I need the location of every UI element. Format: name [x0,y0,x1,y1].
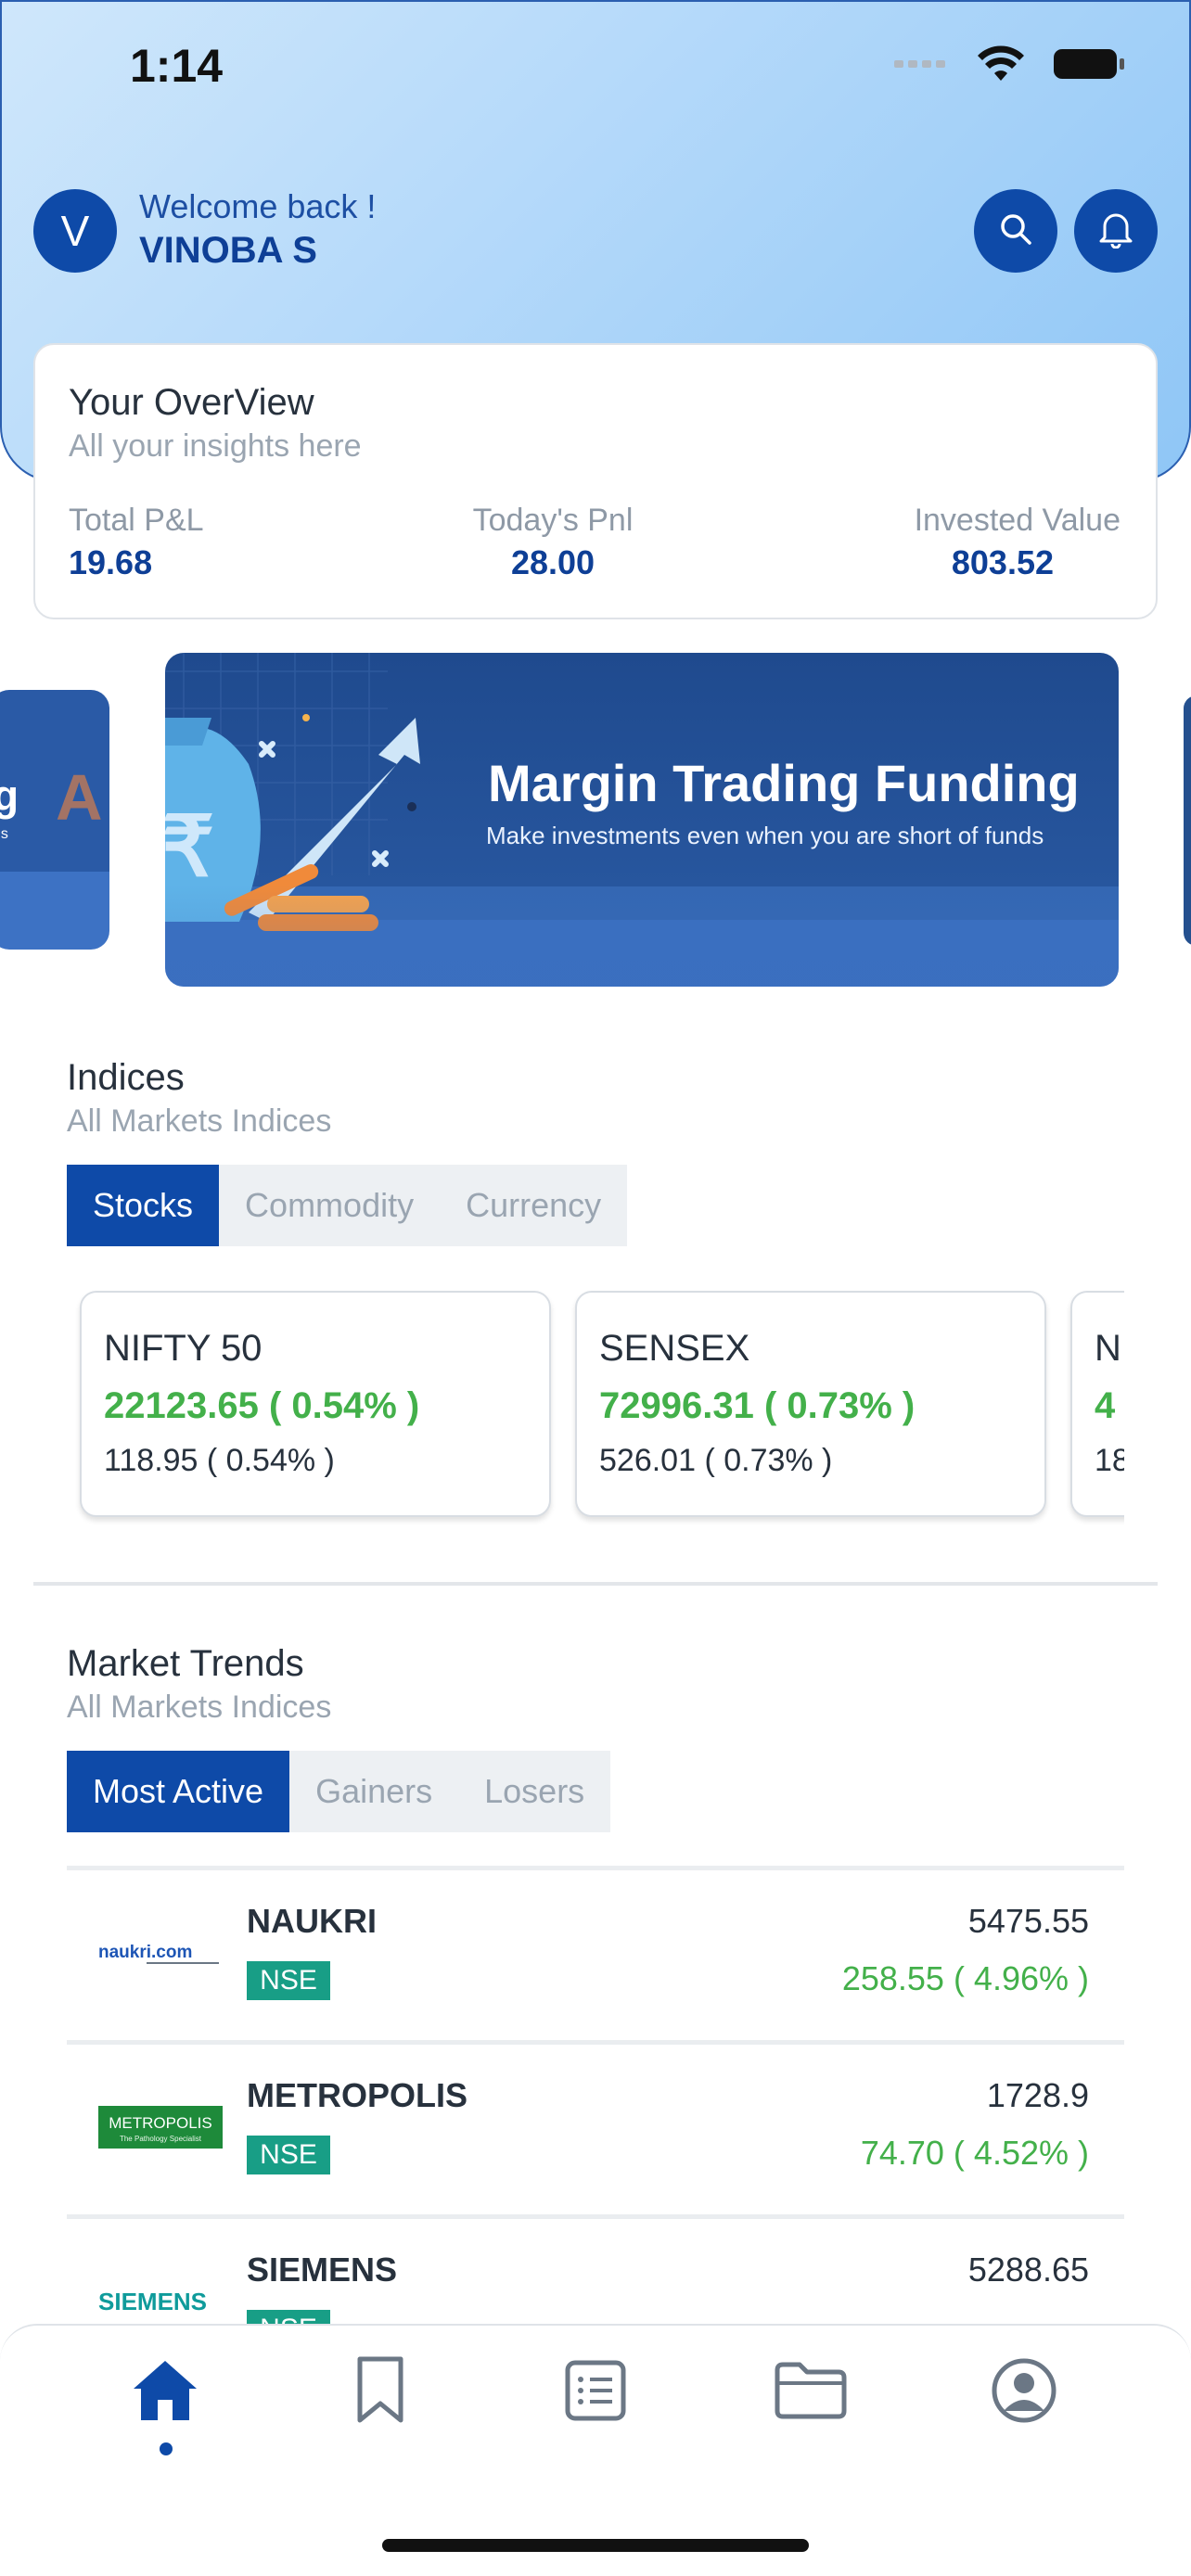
index-value: 22123.65 ( 0.54% ) [104,1385,420,1426]
battery-icon [1052,45,1126,87]
banner-subtitle: Make investments even when you are short… [486,822,1044,849]
svg-text:naukri.com: naukri.com [98,1943,192,1962]
index-change: 18 [1095,1443,1124,1478]
market-trends-subtitle: All Markets Indices [67,1690,332,1725]
todays-pnl-label: Today's Pnl [472,503,634,538]
profile-icon [991,2357,1057,2429]
stock-price: 5475.55 [967,1902,1089,1940]
indices-carousel[interactable]: NIFTY 50 22123.65 ( 0.54% ) 118.95 ( 0.5… [0,1280,1124,1530]
stock-name: NAUKRI [247,1902,377,1940]
siemens-logo: SIEMENS [98,2286,228,2317]
status-time: 1:14 [130,40,224,92]
nav-profile[interactable] [968,2346,1080,2439]
index-value: 72996.31 ( 0.73% ) [599,1385,916,1426]
svg-text:g: g [0,772,19,820]
todays-pnl-value: 28.00 [510,543,596,581]
tab-stocks[interactable]: Stocks [67,1165,220,1246]
tab-gainers[interactable]: Gainers [289,1751,458,1832]
wifi-icon [978,45,1024,87]
signal-icon [894,57,950,76]
market-trends-tabs: Most Active Gainers Losers [67,1751,611,1832]
indices-tabs: Stocks Commodity Currency [67,1165,628,1246]
search-button[interactable] [974,189,1057,273]
banner-next-slide[interactable] [1184,695,1191,946]
nav-watchlist[interactable] [325,2346,436,2439]
status-icons [894,43,1126,89]
stock-change: 74.70 ( 4.52% ) [860,2134,1089,2172]
welcome-text: Welcome back ! [139,187,377,225]
stock-price: 5288.65 [967,2251,1089,2289]
avatar[interactable]: V [33,189,117,273]
market-trends-title: Market Trends [67,1643,304,1684]
folder-icon [774,2361,848,2425]
home-indicator [382,2539,809,2552]
svg-text:ds: ds [0,826,8,842]
tab-commodity[interactable]: Commodity [219,1165,440,1246]
orders-list-icon [564,2359,627,2427]
svg-text:SIEMENS: SIEMENS [98,2288,207,2315]
index-card-sensex[interactable]: SENSEX 72996.31 ( 0.73% ) 526.01 ( 0.73%… [575,1291,1046,1517]
stock-row-metropolis[interactable]: METROPOLIS The Pathology Specialist METRO… [67,2045,1124,2214]
svg-text:₹: ₹ [165,801,214,894]
exchange-badge: NSE [247,2136,330,2174]
nav-home[interactable] [109,2346,221,2439]
index-name: N [1095,1328,1121,1369]
index-card-partial[interactable]: N 4 18 [1070,1291,1124,1517]
nav-portfolio[interactable] [755,2346,866,2439]
notifications-button[interactable] [1074,189,1158,273]
svg-text:A: A [56,761,103,834]
svg-text:METROPOLIS: METROPOLIS [109,2114,211,2132]
stock-change: 258.55 ( 4.96% ) [841,1959,1089,1997]
banner-previous-slide[interactable]: g A ds [0,690,109,950]
bookmark-icon [352,2355,408,2430]
index-card-nifty50[interactable]: NIFTY 50 22123.65 ( 0.54% ) 118.95 ( 0.5… [80,1291,551,1517]
tab-currency[interactable]: Currency [440,1165,627,1246]
stock-price: 1728.9 [986,2076,1089,2114]
tab-most-active[interactable]: Most Active [67,1751,290,1832]
indices-title: Indices [67,1057,185,1098]
overview-title: Your OverView [69,382,314,423]
index-change: 526.01 ( 0.73% ) [599,1443,833,1478]
stock-row-naukri[interactable]: naukri.com NAUKRI NSE 5475.55 258.55 ( 4… [67,1870,1124,2040]
total-pnl-label: Total P&L [69,503,204,538]
active-nav-indicator [160,2442,173,2455]
banner-margin-trading[interactable]: ₹ [165,653,1119,987]
nav-orders[interactable] [540,2346,651,2439]
stock-name: SIEMENS [247,2251,398,2289]
index-name: SENSEX [599,1328,750,1369]
stock-name: METROPOLIS [247,2076,468,2114]
indices-subtitle: All Markets Indices [67,1103,332,1139]
index-change: 118.95 ( 0.54% ) [104,1443,335,1478]
tab-losers[interactable]: Losers [458,1751,610,1832]
section-divider [33,1582,1158,1586]
username: VINOBA S [139,230,317,271]
banner-floor [165,885,1119,987]
exchange-badge: NSE [247,1961,330,2000]
search-icon [997,210,1034,252]
total-pnl-value: 19.68 [69,543,153,581]
bell-icon [1097,210,1134,253]
invested-value-value: 803.52 [951,543,1054,581]
index-name: NIFTY 50 [104,1328,263,1369]
banner-title: Margin Trading Funding [488,754,1080,812]
svg-text:The Pathology Specialist: The Pathology Specialist [120,2135,202,2143]
naukri-logo: naukri.com [98,1939,223,1967]
metropolis-logo: METROPOLIS The Pathology Specialist [98,2106,223,2149]
index-value: 4 [1095,1385,1116,1426]
invested-value-label: Invested Value [914,503,1121,538]
overview-subtitle: All your insights here [69,428,362,464]
home-icon [130,2355,200,2430]
